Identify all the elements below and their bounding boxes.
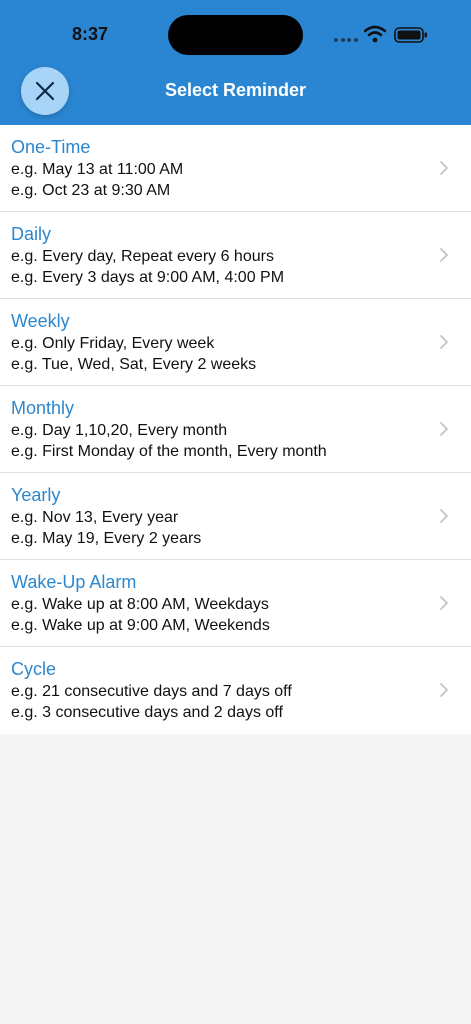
reminder-option-one-time[interactable]: One-Time e.g. May 13 at 11:00 AM e.g. Oc… xyxy=(0,125,471,212)
reminder-example-1: e.g. May 13 at 11:00 AM xyxy=(11,161,184,178)
reminder-option-title: One-Time xyxy=(11,137,91,157)
chevron-right-icon xyxy=(440,683,448,697)
chevron-right-icon xyxy=(440,422,448,436)
chevron-right-icon xyxy=(440,335,448,349)
status-time: 8:37 xyxy=(71,24,109,44)
reminder-example-1: e.g. Only Friday, Every week xyxy=(11,335,215,352)
reminder-type-list: One-Time e.g. May 13 at 11:00 AM e.g. Oc… xyxy=(0,125,471,734)
app-header: 8:37 Select Reminder xyxy=(0,0,471,125)
cellular-signal-icon xyxy=(334,38,358,42)
reminder-option-monthly[interactable]: Monthly e.g. Day 1,10,20, Every month e.… xyxy=(0,386,471,473)
reminder-option-daily[interactable]: Daily e.g. Every day, Repeat every 6 hou… xyxy=(0,212,471,299)
page-title: Select Reminder xyxy=(164,80,307,100)
reminder-option-title: Monthly xyxy=(11,398,75,418)
reminder-option-title: Weekly xyxy=(11,311,70,331)
reminder-example-2: e.g. Tue, Wed, Sat, Every 2 weeks xyxy=(11,356,257,373)
reminder-example-2: e.g. First Monday of the month, Every mo… xyxy=(11,443,327,460)
reminder-option-title: Cycle xyxy=(11,659,57,679)
dynamic-island xyxy=(168,15,303,55)
reminder-option-weekly[interactable]: Weekly e.g. Only Friday, Every week e.g.… xyxy=(0,299,471,386)
reminder-example-1: e.g. Nov 13, Every year xyxy=(11,509,179,526)
chevron-right-icon xyxy=(440,509,448,523)
reminder-option-title: Wake-Up Alarm xyxy=(11,572,137,592)
reminder-example-1: e.g. Every day, Repeat every 6 hours xyxy=(11,248,274,265)
reminder-example-1: e.g. Wake up at 8:00 AM, Weekdays xyxy=(11,596,269,613)
battery-icon xyxy=(394,27,427,43)
chevron-right-icon xyxy=(440,596,448,610)
reminder-example-2: e.g. Oct 23 at 9:30 AM xyxy=(11,182,171,199)
reminder-example-2: e.g. Every 3 days at 9:00 AM, 4:00 PM xyxy=(11,269,285,286)
chevron-right-icon xyxy=(440,161,448,175)
reminder-option-yearly[interactable]: Yearly e.g. Nov 13, Every year e.g. May … xyxy=(0,473,471,560)
reminder-example-2: e.g. May 19, Every 2 years xyxy=(11,530,202,547)
reminder-option-title: Daily xyxy=(11,224,52,244)
reminder-example-2: e.g. 3 consecutive days and 2 days off xyxy=(11,704,283,721)
reminder-option-title: Yearly xyxy=(11,485,61,505)
reminder-option-wake-up-alarm[interactable]: Wake-Up Alarm e.g. Wake up at 8:00 AM, W… xyxy=(0,560,471,647)
chevron-right-icon xyxy=(440,248,448,262)
reminder-option-cycle[interactable]: Cycle e.g. 21 consecutive days and 7 day… xyxy=(0,647,471,734)
reminder-example-1: e.g. Day 1,10,20, Every month xyxy=(11,422,228,439)
wifi-icon xyxy=(364,25,386,43)
reminder-example-1: e.g. 21 consecutive days and 7 days off xyxy=(11,683,292,700)
reminder-example-2: e.g. Wake up at 9:00 AM, Weekends xyxy=(11,617,270,634)
